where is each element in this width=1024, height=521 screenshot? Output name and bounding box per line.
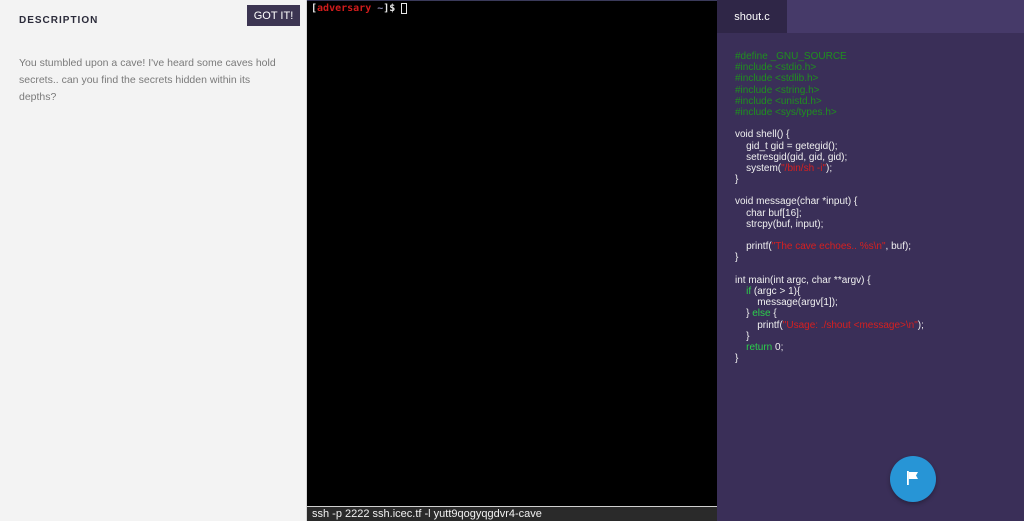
code-token: printf(	[735, 241, 772, 253]
code-line: gid_t gid = getegid();	[735, 141, 1015, 152]
code-line: #include <unistd.h>	[735, 96, 1015, 107]
code-tab-bar: shout.c	[717, 0, 1024, 33]
code-token: strcpy(buf, input);	[735, 218, 824, 230]
description-panel: DESCRIPTION GOT IT! You stumbled upon a …	[0, 0, 307, 521]
code-token: #define _GNU_SOURCE	[735, 51, 847, 62]
flag-icon	[905, 470, 921, 489]
code-line: #include <stdio.h>	[735, 62, 1015, 73]
code-token: else	[752, 308, 771, 320]
code-line: if (argc > 1){	[735, 286, 1015, 297]
code-token: }	[735, 330, 750, 342]
code-token: #include <unistd.h>	[735, 95, 822, 107]
code-line: #include <stdlib.h>	[735, 73, 1015, 84]
code-line: return 0;	[735, 342, 1015, 353]
terminal-prompt: [ adversary ~ ]$	[311, 3, 408, 14]
code-line: } else {	[735, 308, 1015, 319]
code-token: #include <stdlib.h>	[735, 73, 819, 85]
code-token: #include <string.h>	[735, 84, 820, 96]
code-token: char buf[16];	[735, 207, 802, 219]
description-title: DESCRIPTION	[19, 15, 99, 26]
code-token: #include <sys/types.h>	[735, 106, 837, 118]
code-line: void message(char *input) {	[735, 196, 1015, 207]
code-token: {	[770, 308, 777, 320]
code-token: }	[735, 174, 739, 186]
code-line: int main(int argc, char **argv) {	[735, 275, 1015, 286]
code-line: strcpy(buf, input);	[735, 219, 1015, 230]
code-token: , buf);	[885, 241, 912, 253]
code-token: );	[826, 162, 833, 174]
code-token: 0;	[772, 341, 784, 353]
code-token: (argc > 1){	[751, 285, 801, 297]
code-token: "The cave echoes.. %s\n"	[771, 241, 886, 253]
code-token: }	[735, 252, 739, 264]
code-panel: shout.c #define _GNU_SOURCE #include <std…	[717, 0, 1024, 521]
prompt-suffix: ]$	[383, 3, 396, 14]
code-line: void shell() {	[735, 129, 1015, 140]
code-line: printf("The cave echoes.. %s\n", buf);	[735, 241, 1015, 252]
submit-flag-button[interactable]	[890, 456, 936, 502]
code-token: printf(	[735, 319, 783, 331]
code-line: }	[735, 252, 1015, 263]
description-text: You stumbled upon a cave! I've heard som…	[19, 57, 276, 103]
code-token: system(	[735, 162, 782, 174]
tab-shout-c[interactable]: shout.c	[717, 0, 787, 33]
code-token: return	[746, 341, 773, 353]
code-token: gid_t gid = getegid();	[735, 140, 838, 152]
code-token: setresgid(gid, gid, gid);	[735, 151, 848, 163]
code-token: message(argv[1]);	[735, 297, 838, 309]
code-token: int main(int argc, char **argv) {	[735, 274, 871, 286]
code-line: }	[735, 174, 1015, 185]
code-line: message(argv[1]);	[735, 297, 1015, 308]
code-token: }	[735, 353, 739, 365]
code-line: }	[735, 353, 1015, 364]
code-line: printf("Usage: ./shout <message>\n");	[735, 320, 1015, 331]
code-token: "Usage: ./shout <message>\n"	[782, 319, 918, 331]
terminal[interactable]: [ adversary ~ ]$ ssh -p 2222 ssh.icec.tf…	[307, 0, 717, 521]
terminal-cursor	[401, 3, 408, 14]
code-line: }	[735, 331, 1015, 342]
code-token: );	[917, 319, 924, 331]
code-line: system("/bin/sh -i");	[735, 163, 1015, 174]
code-token: }	[735, 308, 753, 320]
code-line: #include <string.h>	[735, 85, 1015, 96]
code-line: char buf[16];	[735, 208, 1015, 219]
code-line: #define _GNU_SOURCE	[735, 51, 1015, 62]
got-it-button[interactable]: GOT IT!	[247, 5, 300, 26]
code-token: void message(char *input) {	[735, 196, 858, 208]
code-token: "/bin/sh -i"	[781, 162, 827, 174]
ssh-command-bar: ssh -p 2222 ssh.icec.tf -l yutt9qogyqgdv…	[307, 506, 717, 521]
prompt-user: adversary	[317, 3, 372, 14]
source-code-view: #define _GNU_SOURCE #include <stdio.h> #in…	[735, 51, 1015, 364]
code-token: #include <stdio.h>	[735, 62, 817, 74]
code-line: setresgid(gid, gid, gid);	[735, 152, 1015, 163]
code-line: #include <sys/types.h>	[735, 107, 1015, 118]
code-token: void shell() {	[735, 129, 790, 141]
